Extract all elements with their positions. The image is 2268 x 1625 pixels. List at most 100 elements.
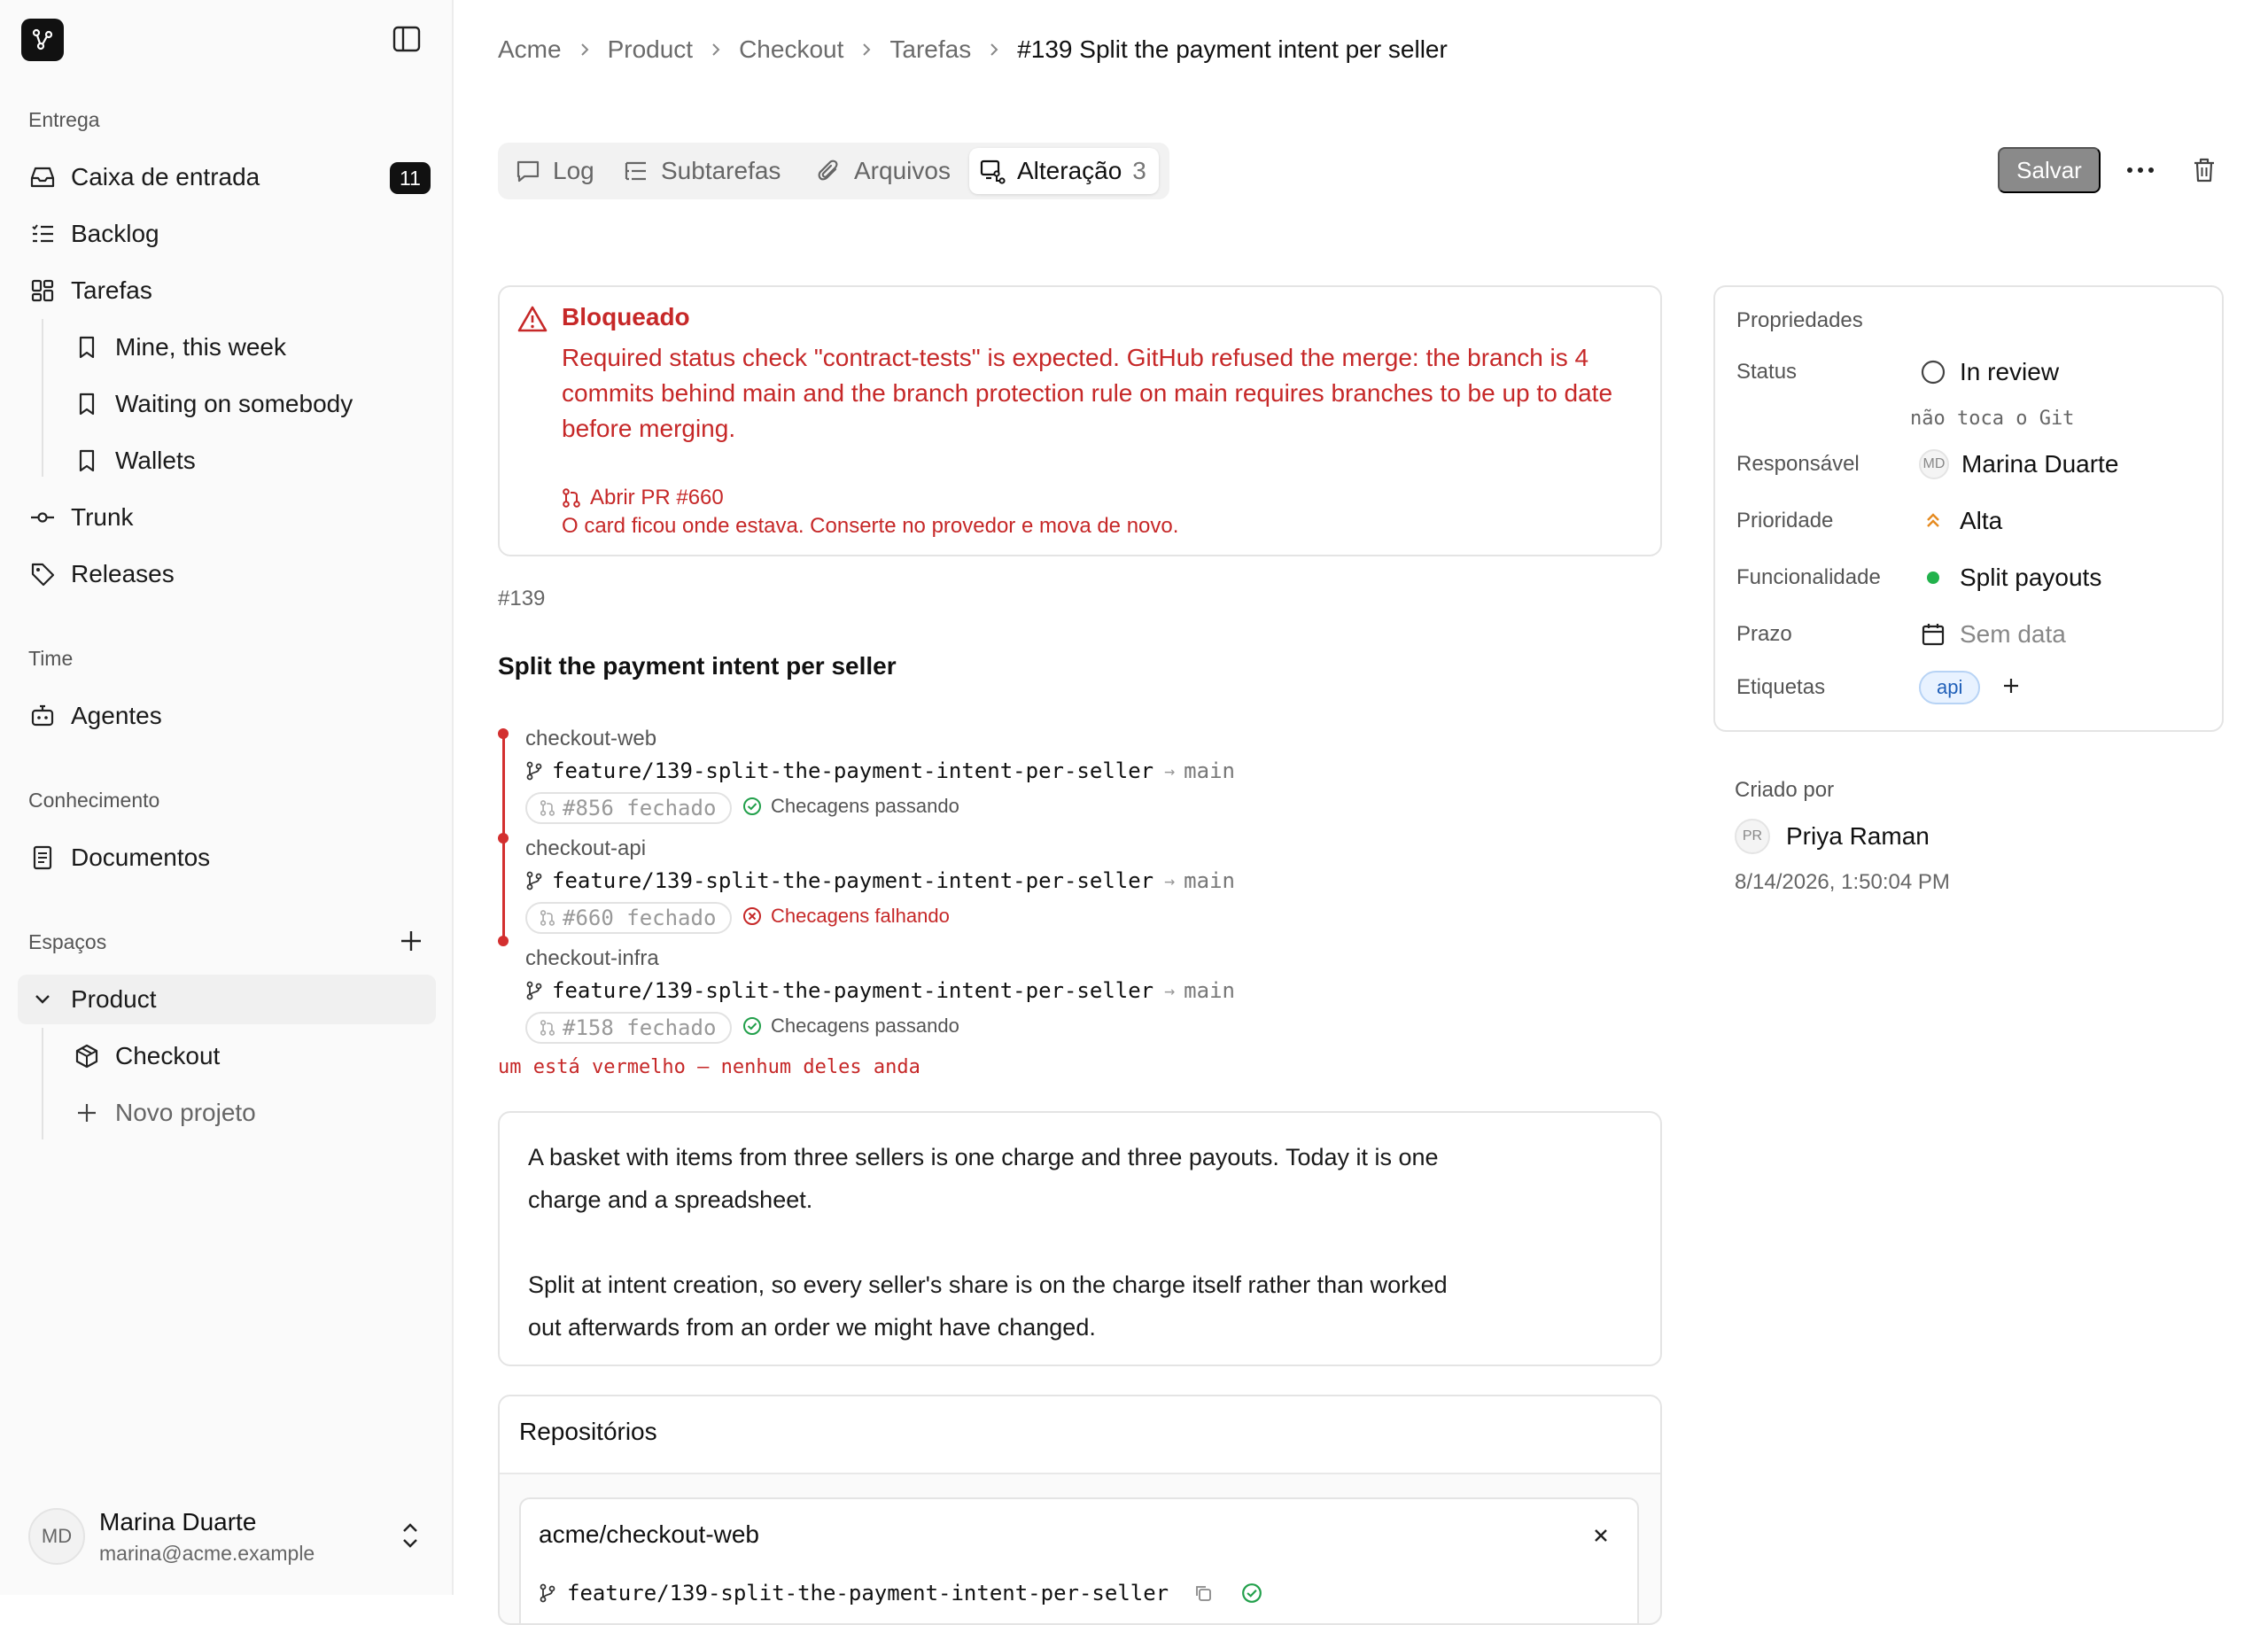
section-label-entrega: Entrega [28,108,100,131]
blocked-message: Required status check "contract-tests" i… [562,344,1613,442]
description-editor[interactable]: A basket with items from three sellers i… [498,1111,1662,1366]
blocked-alert: Bloqueado Required status check "contrac… [498,285,1662,556]
tab-count: 3 [1132,157,1146,184]
tab-subtarefas[interactable]: Subtarefas [622,148,781,194]
status-git-note: não toca o Git [1910,408,2075,430]
pr-chip-label: #856 fechado [563,796,717,820]
pull-request-icon [540,800,555,816]
sidebar-item-label: Novo projeto [115,1099,256,1126]
sidebar-item-wallets[interactable]: Wallets [18,436,436,486]
properties-title: Propriedades [1736,308,1863,332]
plus-icon [73,1099,101,1127]
add-space-icon[interactable] [397,927,425,955]
change-repo-name: checkout-api [525,836,647,860]
user-name: Marina Duarte [99,1508,257,1536]
sidebar-item-tarefas[interactable]: Tarefas [18,266,436,315]
repositories-title: Repositórios [519,1418,657,1445]
sidebar-item-mine-this-week[interactable]: Mine, this week [18,323,436,372]
inbox-icon [28,163,57,191]
priority-value: Alta [1960,507,2003,534]
status-select[interactable]: In review [1919,354,2059,390]
branch-icon [526,981,542,1000]
commit-icon [28,503,57,532]
tab-arquivos[interactable]: Arquivos [815,148,951,194]
change-repo-name: checkout-web [525,727,657,750]
sidebar-item-label: Backlog [71,220,159,247]
breadcrumb-checkout[interactable]: Checkout [739,35,843,64]
open-pr-link[interactable]: Abrir PR #660 [562,486,724,510]
more-options-icon[interactable] [2124,156,2156,184]
feature-value: Split payouts [1960,564,2102,591]
repositories-header: Repositórios [500,1396,1660,1474]
feature-select[interactable]: Split payouts [1919,560,2101,595]
sidebar-item-releases[interactable]: Releases [18,549,436,599]
blocked-title: Bloqueado [562,303,690,330]
copy-icon[interactable] [1193,1583,1213,1603]
property-assignee: Responsável MD Marina Duarte [1736,445,2206,484]
user-email: marina@acme.example [99,1542,315,1565]
check-circle-icon [743,797,761,815]
pr-chip[interactable]: #158 fechado [525,1012,733,1044]
pr-chip[interactable]: #660 fechado [525,902,733,934]
change-branch: feature/139-split-the-payment-intent-per… [525,758,1235,783]
sidebar-item-agentes[interactable]: Agentes [18,691,436,741]
git-change-icon [978,157,1006,185]
sidebar-item-label: Tarefas [71,276,152,304]
tab-label: Arquivos [854,157,951,184]
assignee-select[interactable]: MD Marina Duarte [1919,447,2118,482]
check-circle-icon [743,1017,761,1035]
sidebar-item-inbox[interactable]: Caixa de entrada 11 [18,152,436,202]
breadcrumb-tarefas[interactable]: Tarefas [889,35,971,64]
sidebar-item-checkout[interactable]: Checkout [18,1031,436,1081]
sidebar-item-backlog[interactable]: Backlog [18,209,436,259]
sidebar-item-waiting-on-somebody[interactable]: Waiting on somebody [18,379,436,429]
list-icon [28,220,57,248]
changes-warning-note: um está vermelho — nenhum deles anda [498,1056,920,1078]
box-icon [73,1042,101,1070]
sidebar-item-documentos[interactable]: Documentos [18,833,436,882]
chevron-right-icon [578,41,592,58]
document-icon [28,844,57,872]
trash-icon[interactable] [2188,154,2220,186]
sidebar-item-novo-projeto[interactable]: Novo projeto [18,1088,436,1138]
sidebar-item-label: Wallets [115,447,196,474]
user-menu[interactable]: MD Marina Duarte marina@acme.example [18,1497,436,1577]
target-branch: main [1184,758,1235,783]
avatar: MD [28,1508,85,1565]
created-timestamp: 8/14/2026, 1:50:04 PM [1735,870,1950,894]
properties-panel: Propriedades Status In review não toca o… [1713,285,2224,732]
close-icon[interactable] [1591,1526,1611,1550]
issue-title[interactable]: Split the payment intent per seller [498,652,897,680]
paperclip-icon [815,157,843,185]
repository-name: acme/checkout-web [539,1520,760,1548]
save-button[interactable]: Salvar [1998,147,2101,193]
arrow-icon: → [1164,760,1176,781]
tab-label: Alteração [1017,157,1122,184]
checks-status: Checagens passando [742,1015,959,1038]
priority-select[interactable]: Alta [1919,503,2002,539]
app-logo[interactable] [21,19,64,61]
label-tag[interactable]: api [1919,671,1981,704]
due-date-picker[interactable]: Sem data [1919,617,2066,652]
repositories-panel: Repositórios acme/checkout-web feature/1… [498,1395,1662,1625]
sidebar-item-product[interactable]: Product [18,975,436,1024]
chevron-down-icon [28,985,57,1014]
sidebar-item-label: Documentos [71,844,211,871]
breadcrumb-current: #139 Split the payment intent per seller [1017,35,1448,63]
section-label-espacos: Espaços [28,930,107,953]
checks-label: Checagens passando [771,1015,959,1037]
pr-chip[interactable]: #856 fechado [525,792,733,824]
tab-log[interactable]: Log [514,148,594,194]
sidebar-item-trunk[interactable]: Trunk [18,493,436,542]
breadcrumb-acme[interactable]: Acme [498,35,562,64]
tab-alteracao[interactable]: Alteração 3 [969,148,1159,194]
sidebar-item-label: Caixa de entrada [71,163,260,190]
add-label-icon[interactable] [2001,673,2021,702]
sidebar-toggle-icon[interactable] [392,25,422,53]
property-due-date: Prazo Sem data [1736,615,2206,654]
sidebar-item-label: Agentes [71,702,162,729]
timeline-dot [498,833,509,844]
breadcrumb-product[interactable]: Product [608,35,694,64]
chevron-right-icon [859,41,874,58]
target-branch: main [1184,978,1235,1003]
